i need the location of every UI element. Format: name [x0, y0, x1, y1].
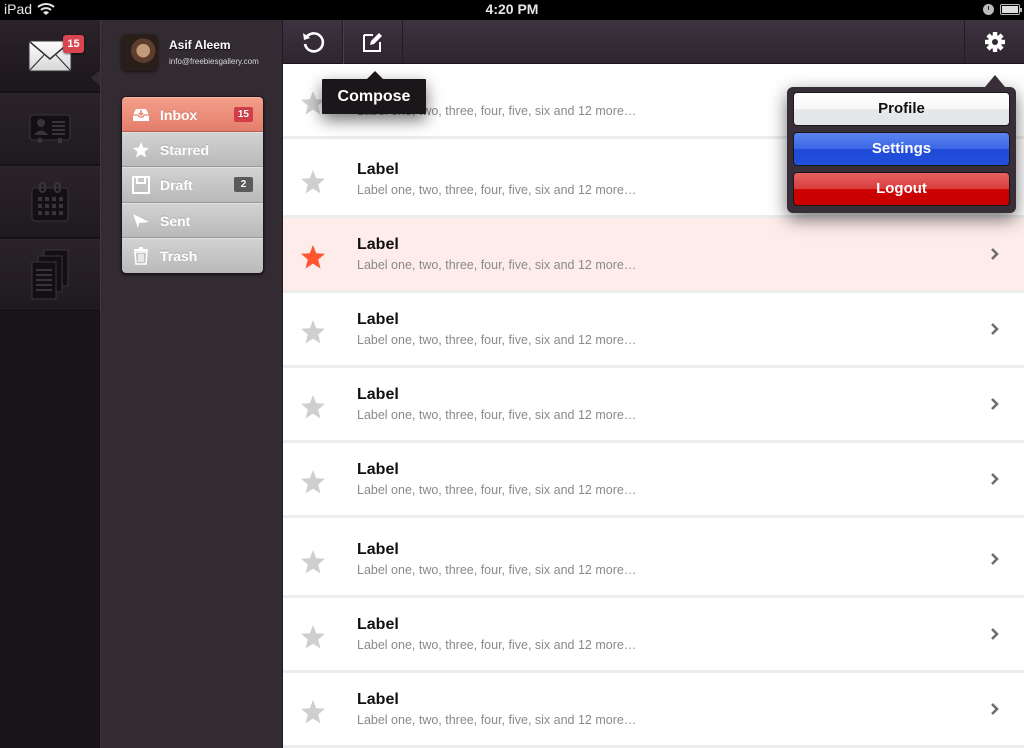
- message-subject: Label: [357, 311, 399, 328]
- mail-folders-panel: Asif Aleem info@freebiesgallery.com Inbo…: [100, 20, 283, 748]
- rail-item-contacts[interactable]: [0, 93, 100, 165]
- compose-button[interactable]: [343, 20, 403, 64]
- folder-list: Inbox 15 Starred Draft 2 Sent Trash: [121, 96, 264, 274]
- message-subject: Label: [357, 236, 399, 253]
- inbox-count-badge: 15: [233, 107, 253, 122]
- chevron-right-icon: [991, 628, 999, 640]
- battery-icon: [1000, 4, 1022, 15]
- message-row[interactable]: Label Label one, two, three, four, five, …: [283, 598, 1024, 673]
- account-email: info@freebiesgallery.com: [169, 57, 259, 66]
- message-preview: Label one, two, three, four, five, six a…: [357, 713, 637, 727]
- paper-plane-icon: [133, 213, 149, 228]
- gear-icon: [984, 32, 1005, 52]
- rail-item-mail[interactable]: 15: [0, 20, 100, 92]
- settings-button[interactable]: Settings: [793, 132, 1010, 166]
- account-name: Asif Aleem: [169, 38, 231, 52]
- folder-trash[interactable]: Trash: [122, 237, 263, 273]
- message-row[interactable]: Label Label one, two, three, four, five, …: [283, 218, 1024, 293]
- message-preview: Label one, two, three, four, five, six a…: [357, 408, 637, 422]
- folder-label: Inbox: [160, 107, 198, 123]
- folder-label: Sent: [160, 212, 191, 229]
- star-filled-icon[interactable]: [300, 244, 326, 270]
- star-icon[interactable]: [300, 549, 326, 575]
- star-icon[interactable]: [300, 699, 326, 725]
- compose-tooltip: Compose: [322, 71, 426, 114]
- message-subject: Label: [357, 541, 399, 558]
- message-subject: Label: [357, 386, 399, 403]
- chevron-right-icon: [991, 703, 999, 715]
- message-row[interactable]: Label Label one, two, three, four, five, …: [283, 368, 1024, 443]
- star-icon[interactable]: [300, 169, 326, 195]
- settings-gear-button[interactable]: [964, 20, 1024, 64]
- app-rail: 15: [0, 20, 100, 748]
- star-icon[interactable]: [300, 469, 326, 495]
- chevron-right-icon: [991, 473, 999, 485]
- profile-button[interactable]: Profile: [793, 92, 1010, 126]
- message-row[interactable]: Label Label one, two, three, four, five, …: [283, 443, 1024, 518]
- rail-item-documents[interactable]: [0, 239, 100, 311]
- star-icon[interactable]: [300, 319, 326, 345]
- message-preview: Label one, two, three, four, five, six a…: [357, 183, 637, 197]
- message-subject: Label: [357, 616, 399, 633]
- draft-count-badge: 2: [234, 177, 253, 193]
- logout-button[interactable]: Logout: [793, 172, 1010, 206]
- compose-icon: [363, 33, 382, 52]
- status-bar: iPad 4:20 PM: [0, 0, 1024, 20]
- avatar[interactable]: [121, 34, 158, 71]
- folder-draft[interactable]: Draft 2: [122, 167, 263, 203]
- message-subject: Label: [357, 691, 399, 708]
- message-preview: Label one, two, three, four, five, six a…: [357, 258, 637, 272]
- rail-selection-pointer: [91, 70, 100, 86]
- folder-label: Trash: [160, 247, 198, 264]
- folder-sent[interactable]: Sent: [122, 202, 263, 238]
- message-row[interactable]: Label Label one, two, three, four, five, …: [283, 673, 1024, 748]
- refresh-icon: [302, 32, 324, 53]
- message-subject: Label: [357, 161, 399, 178]
- folder-starred[interactable]: Starred: [122, 132, 263, 168]
- calendar-icon: [31, 181, 69, 221]
- chevron-right-icon: [991, 398, 999, 410]
- message-preview: Label one, two, three, four, five, six a…: [357, 483, 637, 497]
- star-icon: [133, 142, 149, 158]
- settings-popover: Profile Settings Logout: [787, 75, 1016, 213]
- documents-icon: [31, 249, 69, 299]
- trash-icon: [134, 246, 148, 265]
- chevron-right-icon: [991, 323, 999, 335]
- mail-unread-badge: 15: [63, 35, 84, 53]
- clock-icon: [983, 4, 994, 15]
- folder-inbox[interactable]: Inbox 15: [122, 97, 263, 133]
- star-icon[interactable]: [300, 624, 326, 650]
- message-preview: Label one, two, three, four, five, six a…: [357, 638, 637, 652]
- chevron-right-icon: [991, 553, 999, 565]
- clock-time: 4:20 PM: [485, 1, 539, 17]
- message-preview: Label one, two, three, four, five, six a…: [357, 333, 637, 347]
- message-subject: Label: [357, 461, 399, 478]
- account-header: Asif Aleem info@freebiesgallery.com: [121, 34, 281, 72]
- message-row[interactable]: Label Label one, two, three, four, five, …: [283, 523, 1024, 598]
- refresh-button[interactable]: [283, 20, 343, 64]
- inbox-icon: [133, 109, 149, 121]
- folder-label: Draft: [160, 177, 193, 194]
- contact-card-icon: [29, 114, 71, 143]
- chevron-right-icon: [991, 248, 999, 260]
- folder-label: Starred: [160, 142, 210, 159]
- message-row[interactable]: Label Label one, two, three, four, five, …: [283, 293, 1024, 368]
- message-preview: Label one, two, three, four, five, six a…: [357, 563, 637, 577]
- rail-item-calendar[interactable]: [0, 166, 100, 238]
- star-icon[interactable]: [300, 394, 326, 420]
- floppy-disk-icon: [132, 176, 150, 195]
- top-toolbar: [283, 20, 1024, 64]
